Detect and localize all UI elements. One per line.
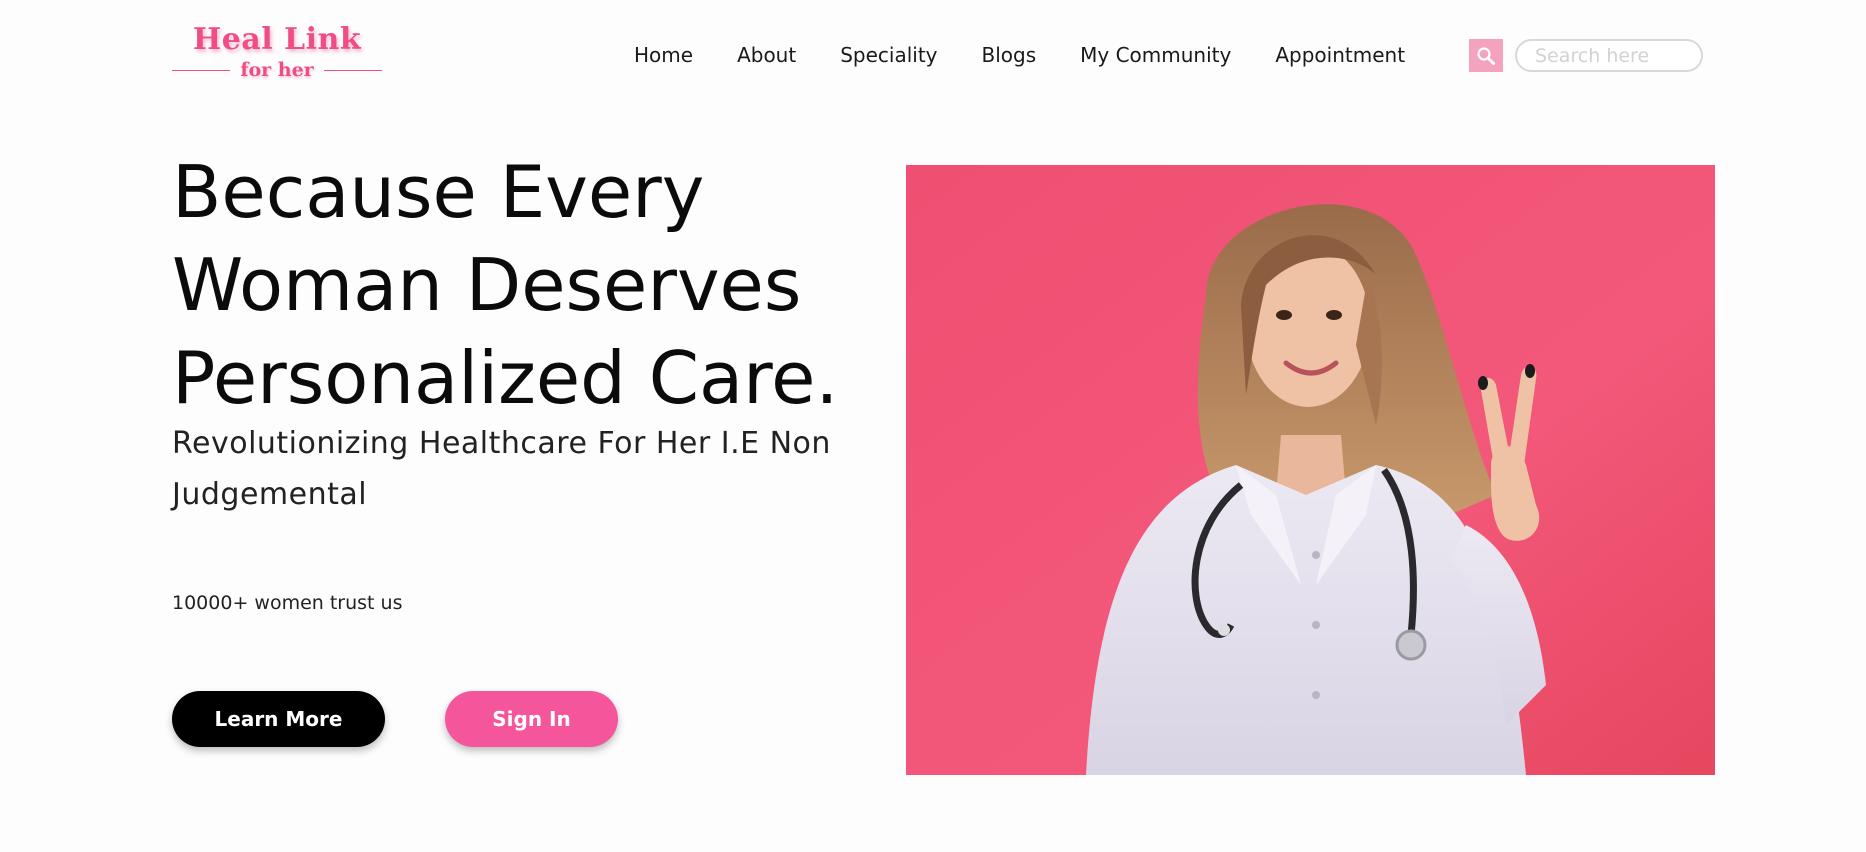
logo-divider-left <box>172 69 231 71</box>
hero-title-line-3: Personalized Care. <box>172 336 839 420</box>
nav-my-community[interactable]: My Community <box>1080 42 1231 68</box>
logo-sub-row: for her <box>172 58 383 82</box>
learn-more-button[interactable]: Learn More <box>172 691 385 747</box>
main-nav: Home About Speciality Blogs My Community… <box>634 42 1405 68</box>
nav-blogs[interactable]: Blogs <box>982 42 1037 68</box>
hero-title-line-2: Woman Deserves <box>172 243 802 327</box>
search-button[interactable] <box>1469 39 1503 72</box>
hero-doctor-image <box>906 165 1715 775</box>
nav-home[interactable]: Home <box>634 42 693 68</box>
site-header: Heal Link for her Home About Speciality … <box>0 0 1866 110</box>
logo-sub-text: for her <box>240 59 314 81</box>
nav-about[interactable]: About <box>737 42 796 68</box>
trust-text: 10000+ women trust us <box>172 592 403 614</box>
logo-divider-right <box>323 69 383 71</box>
logo[interactable]: Heal Link for her <box>172 22 383 88</box>
search-input[interactable] <box>1515 39 1703 72</box>
hero-title-line-1: Because Every <box>172 150 705 234</box>
nav-appointment[interactable]: Appointment <box>1275 42 1405 68</box>
sign-in-button[interactable]: Sign In <box>445 691 618 747</box>
hero-subtitle: Revolutionizing Healthcare For Her I.E N… <box>172 426 831 512</box>
search-icon <box>1477 46 1495 65</box>
nav-speciality[interactable]: Speciality <box>840 42 937 68</box>
doctor-photo <box>906 165 1715 775</box>
hero-title: Because Every Woman Deserves Personalize… <box>172 146 892 425</box>
logo-main-text: Heal Link <box>192 22 362 57</box>
